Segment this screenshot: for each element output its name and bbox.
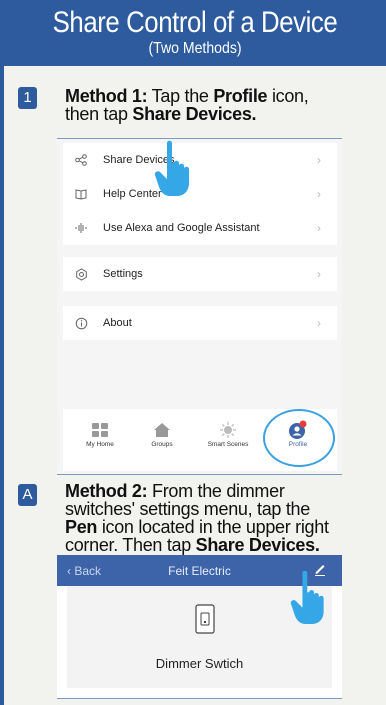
menu-label: Share Devices bbox=[103, 154, 175, 166]
switch-device-icon bbox=[195, 604, 215, 634]
profile-word: Profile bbox=[213, 86, 268, 106]
step-1-text: Method 1: Tap the Profile icon, then tap… bbox=[65, 86, 309, 124]
left-accent-bar bbox=[0, 0, 4, 705]
step-a-text-2: switches' settings menu, tap the bbox=[65, 499, 310, 519]
menu-item-about[interactable]: About › bbox=[63, 306, 337, 340]
step-1-text-a: Tap the bbox=[147, 86, 214, 106]
menu-label: Help Center bbox=[103, 188, 162, 200]
settings-icon bbox=[63, 267, 103, 281]
pointing-hand-icon bbox=[154, 140, 189, 196]
page-header: Share Control of a Device (Two Methods) bbox=[4, 0, 386, 66]
step-a-text: Method 2: From the dimmer switches' sett… bbox=[65, 482, 329, 554]
step-1-badge: 1 bbox=[18, 87, 37, 109]
chevron-right-icon: › bbox=[317, 267, 321, 281]
method-2-label: Method 2: bbox=[65, 481, 148, 501]
share-devices-word: Share Devices. bbox=[132, 104, 257, 124]
step-a-text-1: From the dimmer bbox=[147, 481, 285, 501]
chevron-right-icon: › bbox=[317, 153, 321, 167]
method-1-label: Method 1: bbox=[65, 86, 148, 106]
chevron-right-icon: › bbox=[317, 187, 321, 201]
device-name: Dimmer Swtich bbox=[155, 656, 244, 671]
tab-smart-scenes[interactable]: Smart Scenes bbox=[198, 419, 258, 448]
step-a-text-4: corner. Then tap bbox=[65, 535, 196, 555]
step-1-text-b: icon, bbox=[267, 86, 309, 106]
menu-item-alexa-google[interactable]: Use Alexa and Google Assistant › bbox=[63, 211, 337, 245]
tab-label: Groups bbox=[151, 441, 173, 448]
step-a-text-3: icon located in the upper right bbox=[97, 517, 329, 537]
profile-highlight-circle bbox=[263, 409, 335, 467]
sun-icon bbox=[198, 419, 258, 441]
dimmer-screenshot: ‹ Back Feit Electric Dimmer Swtich bbox=[57, 555, 342, 699]
share-devices-word-2: Share Devices. bbox=[195, 535, 320, 555]
menu-item-settings[interactable]: Settings › bbox=[63, 257, 337, 291]
info-icon bbox=[63, 317, 103, 330]
menu-label: Use Alexa and Google Assistant bbox=[103, 222, 260, 234]
grid-icon bbox=[70, 419, 130, 441]
tab-groups[interactable]: Groups bbox=[132, 419, 192, 448]
tab-label: My Home bbox=[86, 441, 114, 448]
page-subtitle: (Two Methods) bbox=[148, 40, 242, 57]
house-icon bbox=[132, 419, 192, 441]
share-icon bbox=[63, 154, 103, 166]
pen-word: Pen bbox=[65, 517, 98, 537]
chevron-right-icon: › bbox=[317, 221, 321, 235]
step-1-text-c: then tap bbox=[65, 104, 133, 124]
page-title: Share Control of a Device bbox=[52, 6, 338, 39]
chevron-right-icon: › bbox=[317, 316, 321, 330]
menu-label: About bbox=[103, 317, 132, 329]
book-icon bbox=[63, 188, 103, 200]
profile-screenshot: Share Devices › Help Center › Use Alexa … bbox=[57, 138, 342, 475]
step-a-badge: A bbox=[18, 484, 37, 506]
pointing-hand-icon-2 bbox=[290, 570, 324, 624]
bottom-tab-bar: My Home Groups Smart Scenes Profile bbox=[63, 409, 337, 471]
voice-icon bbox=[63, 222, 103, 234]
tab-my-home[interactable]: My Home bbox=[70, 419, 130, 448]
tab-label: Smart Scenes bbox=[207, 441, 249, 448]
menu-label: Settings bbox=[103, 268, 143, 280]
